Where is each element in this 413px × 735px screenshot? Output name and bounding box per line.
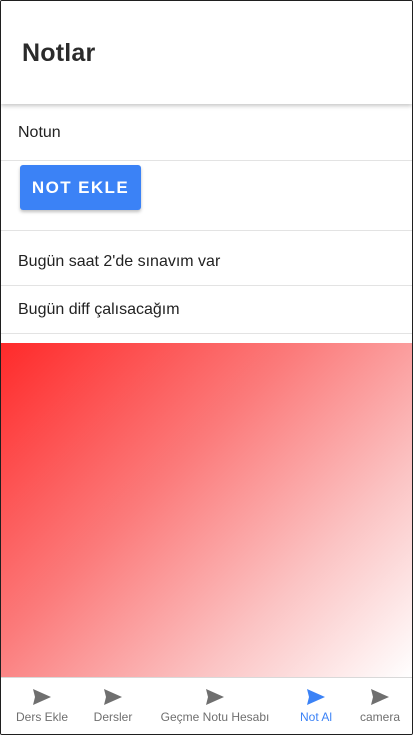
- note-item[interactable]: Bugün diff çalısacağım: [1, 286, 412, 334]
- tab-camera[interactable]: camera: [355, 678, 405, 734]
- bottom-tab-bar: Ders Ekle Dersler Geçme Notu Hesabı Not …: [1, 677, 412, 734]
- tab-dersler[interactable]: Dersler: [88, 678, 138, 734]
- send-icon: [206, 689, 224, 705]
- send-icon: [371, 689, 389, 705]
- send-icon: [104, 689, 122, 705]
- tab-label: camera: [359, 710, 400, 724]
- note-list: Bugün saat 2'de sınavım var Bugün diff ç…: [1, 238, 412, 334]
- add-note-button[interactable]: NOT EKLE: [20, 165, 141, 210]
- tab-ders-ekle[interactable]: Ders Ekle: [11, 678, 73, 734]
- tab-label: Ders Ekle: [15, 710, 68, 724]
- tab-not-al[interactable]: Not Al: [294, 678, 338, 734]
- tab-label: Dersler: [93, 710, 133, 724]
- tab-label: Not Al: [299, 710, 332, 724]
- note-input[interactable]: [18, 121, 398, 145]
- send-icon: [307, 689, 325, 705]
- send-icon: [33, 689, 51, 705]
- app-screen: Notlar NOT EKLE Bugün saat 2'de sınavım …: [0, 0, 413, 735]
- note-item[interactable]: Bugün saat 2'de sınavım var: [1, 238, 412, 286]
- note-input-row: [1, 107, 412, 161]
- tab-label: Geçme Notu Hesabı: [160, 710, 270, 724]
- add-note-area: NOT EKLE: [1, 161, 412, 231]
- note-text: Bugün saat 2'de sınavım var: [18, 253, 221, 270]
- note-text: Bugün diff çalısacağım: [18, 301, 180, 318]
- gradient-panel: [1, 343, 412, 677]
- tab-gecme-notu-hesabi[interactable]: Geçme Notu Hesabı: [155, 678, 275, 734]
- app-header: Notlar: [1, 1, 412, 104]
- page-title: Notlar: [22, 39, 96, 67]
